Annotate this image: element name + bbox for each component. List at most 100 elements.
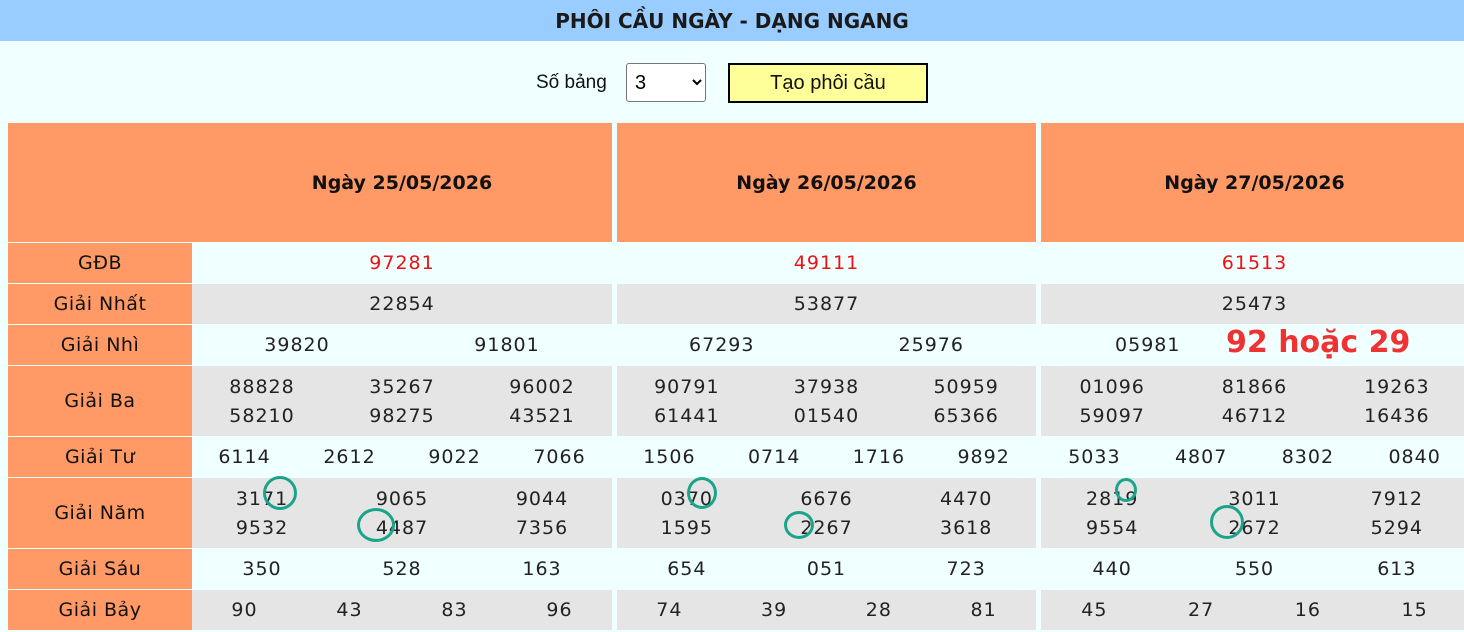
prize-number: 61513: [1221, 252, 1288, 274]
date-header: Ngày 25/05/2026: [192, 123, 612, 242]
prize-number: 43521: [509, 404, 575, 427]
prize-number: 49111: [793, 252, 860, 274]
prize-number: 25976: [898, 334, 964, 356]
prize-number: 61441: [654, 404, 720, 427]
prize-number: 50959: [933, 375, 999, 398]
prize-label: Giải Nhất: [8, 284, 192, 324]
prize-cell: 61513: [1041, 243, 1464, 283]
prize-number: 3171: [235, 487, 289, 510]
prize-label: Giải Tư: [8, 437, 192, 477]
prediction-annotation: 92 hoặc 29: [1226, 325, 1411, 360]
prize-number: 65366: [933, 404, 999, 427]
prize-number: 4487: [375, 516, 429, 539]
prize-values: 350 528 163: [192, 558, 612, 580]
prize-number: 01096: [1079, 375, 1145, 398]
prize-values: 440 550 613: [1041, 558, 1464, 580]
prize-number: 90: [231, 599, 258, 621]
prize-number: 81866: [1221, 375, 1288, 398]
prize-number: 45: [1081, 599, 1108, 621]
prize-number: 67293: [689, 334, 755, 356]
prize-number: 74: [656, 599, 683, 621]
prize-values: 39820 91801: [192, 334, 612, 356]
prize-number: 163: [522, 558, 562, 580]
prize-number: 9022: [428, 446, 481, 468]
prize-number: 2672: [1228, 516, 1281, 539]
prize-number: 3011: [1228, 487, 1281, 510]
prize-number: 39: [761, 599, 788, 621]
prize-cell: 88828 35267 96002 58210 98275 43521: [192, 366, 612, 436]
prize-number: 051: [806, 558, 847, 580]
prize-number: 59097: [1079, 404, 1145, 427]
prize-cell: 90 43 83 96: [192, 590, 612, 630]
prize-number: 27: [1188, 599, 1215, 621]
table-count-label: Số bảng: [536, 72, 607, 93]
prize-cell: 654 051 723: [617, 549, 1036, 589]
prize-number: 0714: [747, 446, 801, 468]
prize-number: 3618: [939, 516, 993, 539]
prize-number: 28: [865, 599, 892, 621]
prize-values: 88828 35267 96002 58210 98275 43521: [192, 376, 612, 427]
prize-values: 74 39 28 81: [617, 599, 1036, 621]
prize-number: 16436: [1364, 404, 1430, 427]
prize-label: Giải Nhì: [8, 325, 192, 365]
prize-cell: 5033 4807 8302 0840: [1041, 437, 1464, 477]
prize-number: 39820: [264, 334, 330, 356]
prize-number: 440: [1092, 558, 1132, 580]
prize-number: 19263: [1364, 375, 1430, 398]
prize-cell: 53877: [617, 284, 1036, 324]
prize-number: 0370: [660, 487, 713, 510]
generate-button[interactable]: Tạo phôi cầu: [728, 63, 928, 103]
prize-number: 16: [1294, 599, 1321, 621]
prize-number: 46712: [1221, 404, 1288, 427]
prize-cell: 39820 91801: [192, 325, 612, 365]
prize-number: 15: [1401, 599, 1428, 621]
prize-values: 49111: [617, 252, 1036, 274]
prize-number: 4470: [939, 487, 993, 510]
prize-values: 2819 3011 7912 9554 2672 5294: [1041, 488, 1464, 539]
prize-number: 98275: [369, 404, 435, 427]
prize-number: 9044: [515, 487, 569, 510]
prize-label: Giải Năm: [8, 478, 192, 548]
prize-number: 96002: [509, 375, 575, 398]
table-count-select[interactable]: 3: [626, 63, 706, 102]
prize-number: 654: [667, 558, 707, 580]
prize-number: 350: [242, 558, 282, 580]
prize-number: 528: [382, 558, 422, 580]
prize-number: 35267: [369, 375, 435, 398]
prize-number: 01540: [793, 404, 860, 427]
prize-values: 01096 81866 19263 59097 46712 16436: [1041, 376, 1464, 427]
prize-number: 9065: [375, 487, 429, 510]
prize-number: 7356: [515, 516, 569, 539]
prize-values: 67293 25976: [617, 334, 1036, 356]
prize-values: 97281: [192, 252, 612, 274]
prize-number: 9554: [1085, 516, 1139, 539]
prize-cell: 74 39 28 81: [617, 590, 1036, 630]
prize-values: 90791 37938 50959 61441 01540 65366: [617, 376, 1036, 427]
prize-number: 6676: [800, 487, 853, 510]
prize-number: 613: [1377, 558, 1417, 580]
prize-label: Giải Ba: [8, 366, 192, 436]
prize-values: 25473: [1041, 293, 1464, 315]
date-header: Ngày 27/05/2026: [1041, 123, 1464, 242]
prize-cell: 49111: [617, 243, 1036, 283]
prize-values: 5033 4807 8302 0840: [1041, 446, 1464, 468]
prize-values: 3171 9065 9044 9532 4487 7356: [192, 488, 612, 539]
prize-number: 83: [441, 599, 468, 621]
prize-values: 90 43 83 96: [192, 599, 612, 621]
prize-cell: 2819 3011 7912 9554 2672 5294: [1041, 478, 1464, 548]
prize-cell: 1506 0714 1716 9892: [617, 437, 1036, 477]
prize-values: 22854: [192, 293, 612, 315]
prize-number: 2819: [1085, 487, 1139, 510]
prize-number: 5033: [1068, 446, 1121, 468]
prize-cell: 440 550 613: [1041, 549, 1464, 589]
prize-number: 1595: [660, 516, 713, 539]
prize-cell: 45 27 16 15: [1041, 590, 1464, 630]
prize-cell: 97281: [192, 243, 612, 283]
prize-number: 6114: [218, 446, 271, 468]
prize-cell: 0370 6676 4470 1595 2267 3618: [617, 478, 1036, 548]
prize-cell: 25473: [1041, 284, 1464, 324]
prize-values: 61513: [1041, 252, 1464, 274]
header-corner: [8, 123, 192, 242]
prize-values: 6114 2612 9022 7066: [192, 446, 612, 468]
prize-number: 7912: [1370, 487, 1423, 510]
